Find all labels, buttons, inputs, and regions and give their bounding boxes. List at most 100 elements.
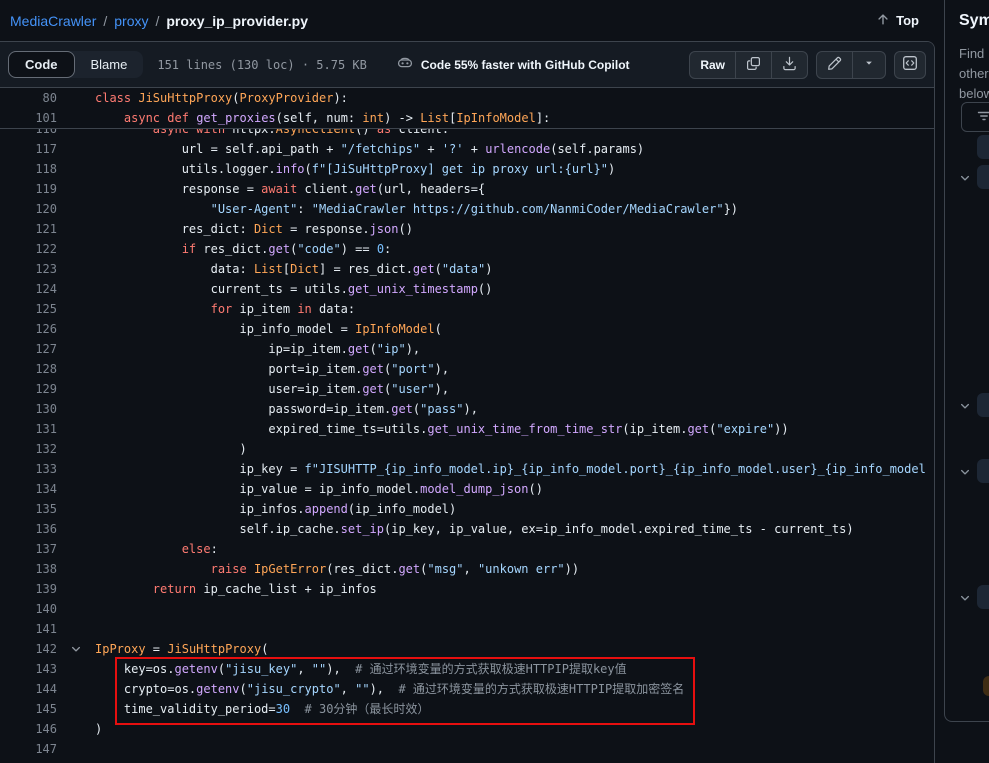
breadcrumb-repo-link[interactable]: MediaCrawler xyxy=(10,13,96,29)
chevron-down-icon[interactable] xyxy=(959,399,973,413)
filter-button[interactable] xyxy=(961,102,989,132)
tab-blame[interactable]: Blame xyxy=(75,51,144,78)
fold-slot xyxy=(57,279,95,299)
chevron-down-icon[interactable] xyxy=(959,171,973,185)
fold-slot xyxy=(57,699,95,719)
line-number[interactable]: 136 xyxy=(0,519,57,539)
line-number[interactable]: 146 xyxy=(0,719,57,739)
line-number[interactable]: 137 xyxy=(0,539,57,559)
raw-button[interactable]: Raw xyxy=(690,52,735,78)
line-number[interactable]: 142 xyxy=(0,639,57,659)
symbols-toggle-button[interactable] xyxy=(894,51,926,79)
breadcrumb-separator: / xyxy=(103,13,107,29)
code-text: expired_time_ts=utils.get_unix_time_from… xyxy=(95,419,934,439)
tab-code[interactable]: Code xyxy=(8,51,75,78)
code-text: async with httpx.AsyncClient() as client… xyxy=(95,129,934,139)
symbol-item[interactable] xyxy=(977,393,989,417)
symbol-item[interactable] xyxy=(977,135,989,159)
chevron-down-icon[interactable] xyxy=(959,591,973,605)
line-number[interactable]: 135 xyxy=(0,499,57,519)
code-text: ) xyxy=(95,719,934,739)
code-line: 143 key=os.getenv("jisu_key", ""), # 通过环… xyxy=(0,659,934,679)
line-number[interactable]: 129 xyxy=(0,379,57,399)
symbol-item[interactable] xyxy=(983,676,989,696)
fold-slot xyxy=(57,239,95,259)
line-number[interactable]: 130 xyxy=(0,399,57,419)
code-line: 135 ip_infos.append(ip_info_model) xyxy=(0,499,934,519)
caret-down-icon xyxy=(863,57,875,72)
edit-button[interactable] xyxy=(817,52,852,78)
fold-slot xyxy=(57,479,95,499)
fold-slot xyxy=(57,519,95,539)
symbol-item[interactable] xyxy=(977,459,989,483)
arrow-up-icon xyxy=(876,12,890,29)
sticky-code-lines: 80class JiSuHttpProxy(ProxyProvider):101… xyxy=(0,88,934,129)
back-to-top-button[interactable]: Top xyxy=(876,12,919,29)
fold-slot xyxy=(57,108,95,128)
symbol-item[interactable] xyxy=(977,165,989,189)
copy-button[interactable] xyxy=(735,52,771,78)
line-number[interactable]: 118 xyxy=(0,159,57,179)
code-text: url = self.api_path + "/fetchips" + '?' … xyxy=(95,139,934,159)
line-number[interactable]: 139 xyxy=(0,579,57,599)
code-line: 134 ip_value = ip_info_model.model_dump_… xyxy=(0,479,934,499)
line-number[interactable]: 125 xyxy=(0,299,57,319)
code-line: 117 url = self.api_path + "/fetchips" + … xyxy=(0,139,934,159)
copy-icon xyxy=(746,56,761,74)
breadcrumb: MediaCrawler / proxy / proxy_ip_provider… xyxy=(0,0,935,41)
fold-slot xyxy=(57,499,95,519)
symbols-description-line: Find xyxy=(959,44,989,64)
copilot-banner-label: Code 55% faster with GitHub Copilot xyxy=(421,58,630,72)
line-number[interactable]: 134 xyxy=(0,479,57,499)
code-line: 124 current_ts = utils.get_unix_timestam… xyxy=(0,279,934,299)
line-number[interactable]: 124 xyxy=(0,279,57,299)
edit-dropdown-button[interactable] xyxy=(852,52,885,78)
fold-slot xyxy=(57,739,95,759)
code-line: 119 response = await client.get(url, hea… xyxy=(0,179,934,199)
line-number[interactable]: 141 xyxy=(0,619,57,639)
code-text: for ip_item in data: xyxy=(95,299,934,319)
code-line: 147 xyxy=(0,739,934,759)
line-number[interactable]: 133 xyxy=(0,459,57,479)
line-number[interactable]: 140 xyxy=(0,599,57,619)
line-number[interactable]: 122 xyxy=(0,239,57,259)
filter-icon xyxy=(976,108,989,127)
code-line: 129 user=ip_item.get("user"), xyxy=(0,379,934,399)
line-number[interactable]: 120 xyxy=(0,199,57,219)
line-number[interactable]: 121 xyxy=(0,219,57,239)
line-number[interactable]: 128 xyxy=(0,359,57,379)
code-scroll-area[interactable]: 116 async with httpx.AsyncClient() as cl… xyxy=(0,129,934,763)
line-number[interactable]: 126 xyxy=(0,319,57,339)
line-number[interactable]: 132 xyxy=(0,439,57,459)
chevron-down-icon[interactable] xyxy=(959,465,973,479)
line-number[interactable]: 147 xyxy=(0,739,57,759)
code-text: key=os.getenv("jisu_key", ""), # 通过环境变量的… xyxy=(95,659,934,679)
line-number[interactable]: 144 xyxy=(0,679,57,699)
fold-slot xyxy=(57,219,95,239)
code-line: 125 for ip_item in data: xyxy=(0,299,934,319)
fold-slot xyxy=(57,339,95,359)
line-number[interactable]: 117 xyxy=(0,139,57,159)
collapse-chevron-icon[interactable] xyxy=(57,639,95,659)
code-line: 140 xyxy=(0,599,934,619)
symbol-item[interactable] xyxy=(977,585,989,609)
breadcrumb-folder-link[interactable]: proxy xyxy=(114,13,148,29)
line-number[interactable]: 138 xyxy=(0,559,57,579)
symbols-panel: Symbols Findotherbelow xyxy=(944,0,989,722)
fold-slot xyxy=(57,379,95,399)
line-number[interactable]: 101 xyxy=(0,108,57,128)
line-number[interactable]: 127 xyxy=(0,339,57,359)
fold-slot xyxy=(57,719,95,739)
line-number[interactable]: 131 xyxy=(0,419,57,439)
line-number[interactable]: 123 xyxy=(0,259,57,279)
line-number[interactable]: 145 xyxy=(0,699,57,719)
line-number[interactable]: 80 xyxy=(0,88,57,108)
line-number[interactable]: 143 xyxy=(0,659,57,679)
line-number[interactable]: 119 xyxy=(0,179,57,199)
copilot-banner[interactable]: Code 55% faster with GitHub Copilot xyxy=(397,55,630,74)
download-button[interactable] xyxy=(771,52,807,78)
fold-slot xyxy=(57,199,95,219)
line-number[interactable]: 116 xyxy=(0,129,57,139)
fold-slot xyxy=(57,579,95,599)
code-text: port=ip_item.get("port"), xyxy=(95,359,934,379)
